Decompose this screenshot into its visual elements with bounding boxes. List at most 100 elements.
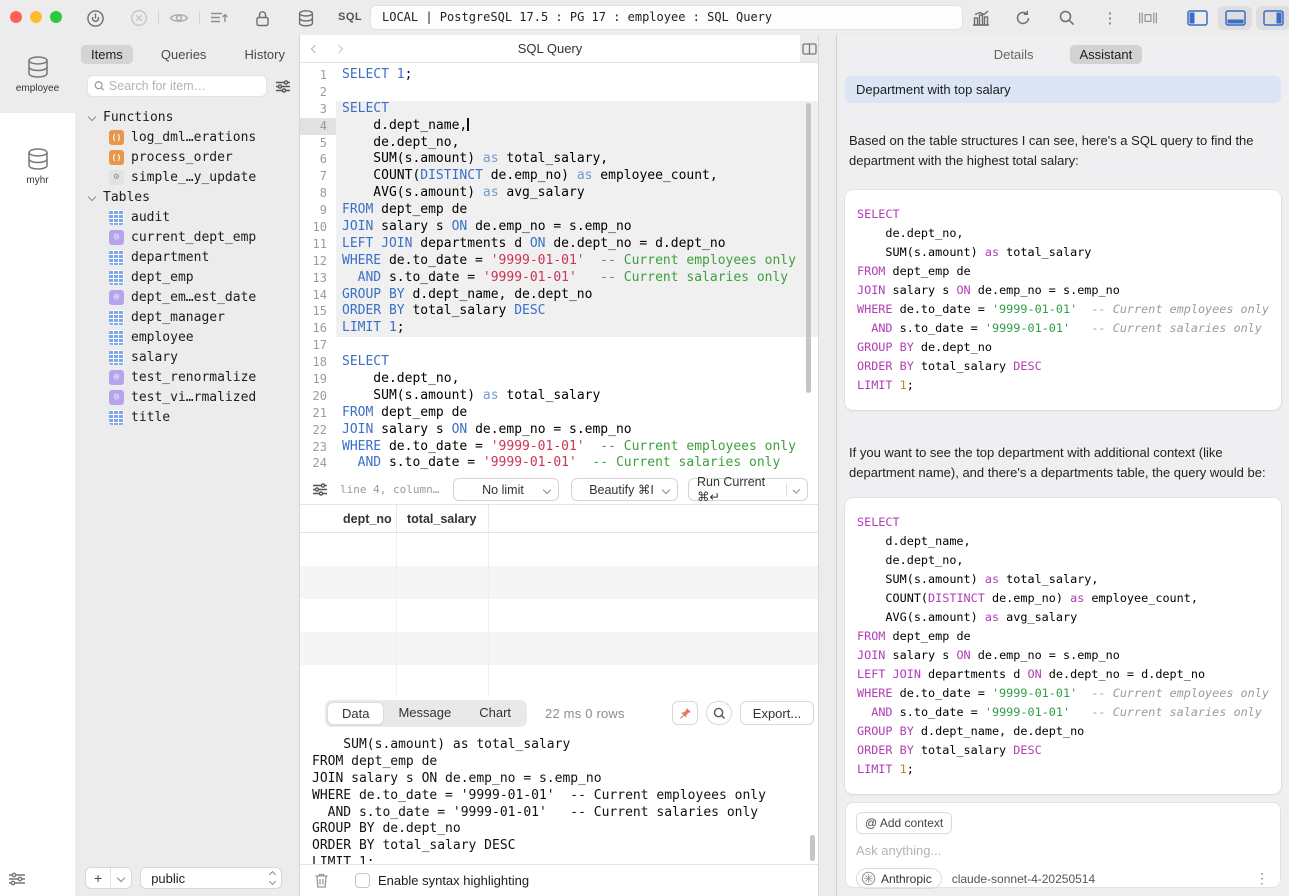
tree-item[interactable]: dept_emp <box>75 267 299 287</box>
export-button[interactable]: Export... <box>740 701 814 725</box>
table-row[interactable] <box>300 632 818 665</box>
add-item-plus[interactable]: + <box>86 868 111 888</box>
add-item-button[interactable]: + <box>85 867 132 889</box>
message-output[interactable]: SUM(s.amount) as total_salaryFROM dept_e… <box>300 729 818 867</box>
limit-select-value: No limit <box>482 483 524 497</box>
result-cell[interactable] <box>333 665 397 698</box>
assistant-code-block[interactable]: SELECT d.dept_name, de.dept_no, SUM(s.am… <box>845 498 1281 794</box>
connection-title[interactable]: LOCAL | PostgreSQL 17.5 : PG 17 : employ… <box>370 5 963 30</box>
editor-settings-icon[interactable] <box>312 483 328 496</box>
tab-assistant[interactable]: Assistant <box>1070 45 1143 64</box>
trash-icon[interactable] <box>314 872 329 889</box>
table-row[interactable] <box>300 599 818 632</box>
assistant-more-icon[interactable]: ⋮ <box>1255 870 1270 887</box>
tree-item[interactable]: ()log_dml…erations <box>75 127 299 147</box>
result-cell[interactable] <box>333 566 397 599</box>
tree-item[interactable]: ◎current_dept_emp <box>75 227 299 247</box>
tab-chart[interactable]: Chart <box>465 702 525 725</box>
search-icon[interactable] <box>1057 8 1077 28</box>
tree-section-tables[interactable]: Tables <box>75 187 299 207</box>
tab-details[interactable]: Details <box>984 45 1044 64</box>
connection-myhr[interactable]: myhr <box>0 147 75 186</box>
preview-eye-icon[interactable] <box>169 8 189 28</box>
sidebar-filter-icon[interactable] <box>275 80 291 93</box>
message-scrollbar[interactable] <box>810 835 815 861</box>
tree-item[interactable]: employee <box>75 327 299 347</box>
sidebar-search-input[interactable] <box>109 79 260 93</box>
search-results-button[interactable] <box>706 701 732 725</box>
connection-plug-icon[interactable] <box>85 8 105 28</box>
tree-item[interactable]: dept_manager <box>75 307 299 327</box>
result-cell[interactable] <box>397 566 489 599</box>
refresh-icon[interactable] <box>1013 8 1033 28</box>
result-cell[interactable] <box>397 533 489 566</box>
tree-item[interactable]: ()process_order <box>75 147 299 167</box>
provider-pill[interactable]: Anthropic <box>856 868 942 889</box>
tab-history[interactable]: History <box>235 45 295 64</box>
lock-icon[interactable] <box>252 8 272 28</box>
disconnect-icon[interactable] <box>129 8 149 28</box>
zoom-window-button[interactable] <box>50 11 62 23</box>
windows-icon[interactable] <box>1138 8 1158 28</box>
tree-item[interactable]: department <box>75 247 299 267</box>
column-header-dept_no[interactable]: dept_no <box>333 505 397 532</box>
row-count: 0 rows <box>585 706 625 721</box>
results-grid[interactable]: dept_nototal_salary <box>300 505 818 697</box>
ask-anything-input[interactable] <box>856 843 1270 858</box>
table-row[interactable] <box>300 533 818 566</box>
tab-items[interactable]: Items <box>81 45 133 64</box>
tree-item[interactable]: salary <box>75 347 299 367</box>
minimize-window-button[interactable] <box>30 11 42 23</box>
tree-item[interactable]: ◎test_vi…rmalized <box>75 387 299 407</box>
chart-icon[interactable] <box>971 8 991 28</box>
result-cell[interactable] <box>397 632 489 665</box>
connection-employee[interactable]: employee <box>0 55 75 94</box>
editor-scrollbar[interactable] <box>806 103 811 393</box>
tab-queries[interactable]: Queries <box>151 45 217 64</box>
tab-data[interactable]: Data <box>327 702 384 725</box>
tree-item[interactable]: title <box>75 407 299 427</box>
result-cell[interactable] <box>397 599 489 632</box>
result-cell[interactable] <box>333 632 397 665</box>
tree-item[interactable]: ⚙simple_…y_update <box>75 167 299 187</box>
tableplus-window: SQL LOCAL | PostgreSQL 17.5 : PG 17 : em… <box>0 0 1289 896</box>
add-context-chip[interactable]: @ Add context <box>856 812 952 834</box>
column-header-total_salary[interactable]: total_salary <box>397 505 489 532</box>
result-cell[interactable] <box>397 665 489 698</box>
run-current-button[interactable]: Run Current ⌘↵ <box>688 478 808 501</box>
result-cell[interactable] <box>333 599 397 632</box>
table-row[interactable] <box>300 665 818 698</box>
tree-item[interactable]: ◎test_renormalize <box>75 367 299 387</box>
add-item-chevron-icon[interactable] <box>117 874 125 882</box>
syntax-highlight-checkbox[interactable] <box>355 873 370 888</box>
panel-divider[interactable] <box>818 35 837 896</box>
toggle-bottom-panel-button[interactable] <box>1218 6 1252 30</box>
schema-select[interactable]: public <box>140 867 282 889</box>
assistant-code-line: GROUP BY d.dept_name, de.dept_no <box>857 722 1269 741</box>
run-chevron-icon[interactable] <box>792 485 800 493</box>
result-cell[interactable] <box>333 533 397 566</box>
message-line: JOIN salary s ON de.emp_no = s.emp_no <box>312 771 818 788</box>
assistant-topic[interactable]: Department with top salary <box>845 76 1281 103</box>
table-row[interactable] <box>300 566 818 599</box>
toggle-right-panel-button[interactable] <box>1256 6 1289 30</box>
database-icon[interactable] <box>296 8 316 28</box>
rail-filter-icon[interactable] <box>8 872 26 886</box>
tree-section-functions[interactable]: Functions <box>75 107 299 127</box>
limit-select[interactable]: No limit <box>453 478 559 501</box>
left-panel-fill <box>1189 13 1194 24</box>
sql-editor[interactable]: 1SELECT 1;23SELECT4 d.dept_name,5 de.dep… <box>300 63 818 475</box>
toggle-left-panel-button[interactable] <box>1180 6 1214 30</box>
pending-changes-icon[interactable] <box>209 8 229 28</box>
tree-item-label: dept_emp <box>131 270 194 285</box>
beautify-button[interactable]: Beautify ⌘I <box>571 478 678 501</box>
tree-item[interactable]: ◎dept_em…est_date <box>75 287 299 307</box>
pin-result-button[interactable] <box>672 701 698 725</box>
sidebar-search[interactable] <box>87 75 267 97</box>
split-editor-icon[interactable] <box>800 35 818 63</box>
tree-item[interactable]: audit <box>75 207 299 227</box>
close-window-button[interactable] <box>10 11 22 23</box>
tab-message[interactable]: Message <box>384 702 465 725</box>
assistant-code-block[interactable]: SELECT de.dept_no, SUM(s.amount) as tota… <box>845 190 1281 410</box>
more-options-icon[interactable]: ⋮ <box>1100 8 1120 28</box>
